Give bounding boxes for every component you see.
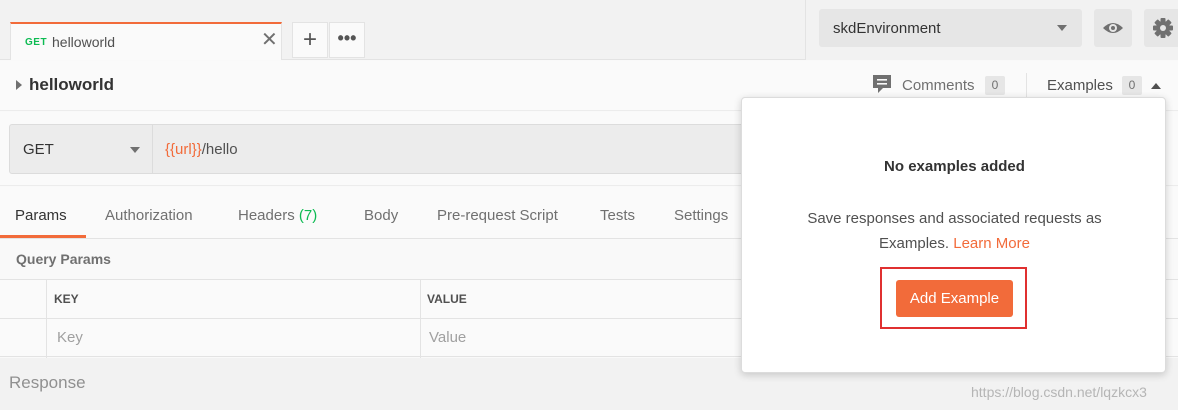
environment-quick-look-button[interactable] [1094,9,1132,47]
url-variable: {{url}} [165,141,202,158]
popover-description: Save responses and associated requests a… [782,206,1127,256]
column-divider [46,280,47,358]
environment-selected-label: skdEnvironment [833,20,941,37]
active-tab-indicator [0,235,86,238]
tab-params[interactable]: Params [15,207,67,224]
response-label: Response [9,373,86,392]
url-input[interactable]: {{url}}/hello [153,124,753,174]
value-column-header: VALUE [427,292,467,306]
more-icon[interactable]: ••• [329,22,365,58]
comments-count-badge: 0 [985,76,1005,95]
learn-more-link[interactable]: Learn More [953,235,1030,252]
tab-name: helloworld [52,34,116,50]
examples-popover: No examples added Save responses and ass… [741,97,1166,373]
tab-headers[interactable]: Headers (7) [238,207,317,224]
key-input[interactable]: Key [57,329,83,346]
method-selected-label: GET [23,141,54,158]
chevron-down-icon [1057,25,1067,31]
caret-right-icon[interactable] [16,80,22,90]
examples-button[interactable]: Examples 0 [1047,74,1167,98]
comment-icon [873,75,891,93]
add-example-button[interactable]: Add Example [896,280,1013,317]
url-path: /hello [201,141,238,158]
comments-label: Comments [902,77,975,94]
chevron-up-icon [1151,83,1161,89]
url-text: {{url}}/hello [165,141,238,158]
key-column-header: KEY [54,292,79,306]
tab-headers-label: Headers [238,207,295,224]
eye-icon [1103,23,1123,33]
examples-label: Examples [1047,77,1113,94]
environment-settings-button[interactable] [1144,9,1178,47]
environment-select[interactable]: skdEnvironment [819,9,1082,47]
request-title[interactable]: helloworld [29,75,114,95]
query-params-title: Query Params [16,251,111,267]
examples-count-badge: 0 [1122,76,1142,95]
chevron-down-icon [130,147,140,153]
tab-settings[interactable]: Settings [674,207,728,224]
tab-tests[interactable]: Tests [600,207,635,224]
tab-authorization[interactable]: Authorization [105,207,193,224]
column-divider [420,280,421,358]
method-select[interactable]: GET [9,124,153,174]
tab-method-badge: GET [25,37,48,48]
value-input[interactable]: Value [429,329,466,346]
headers-count: (7) [298,207,318,224]
request-tab[interactable]: GET helloworld ✕ [10,22,282,60]
tab-pre-request-script[interactable]: Pre-request Script [437,207,558,224]
divider [1026,73,1027,97]
popover-title: No examples added [884,158,1025,175]
gear-icon [1153,18,1173,38]
tab-body[interactable]: Body [364,207,398,224]
watermark: https://blog.csdn.net/lqzkcx3 [971,384,1147,400]
new-tab-button[interactable]: + [292,22,328,58]
close-icon[interactable]: ✕ [261,30,278,50]
